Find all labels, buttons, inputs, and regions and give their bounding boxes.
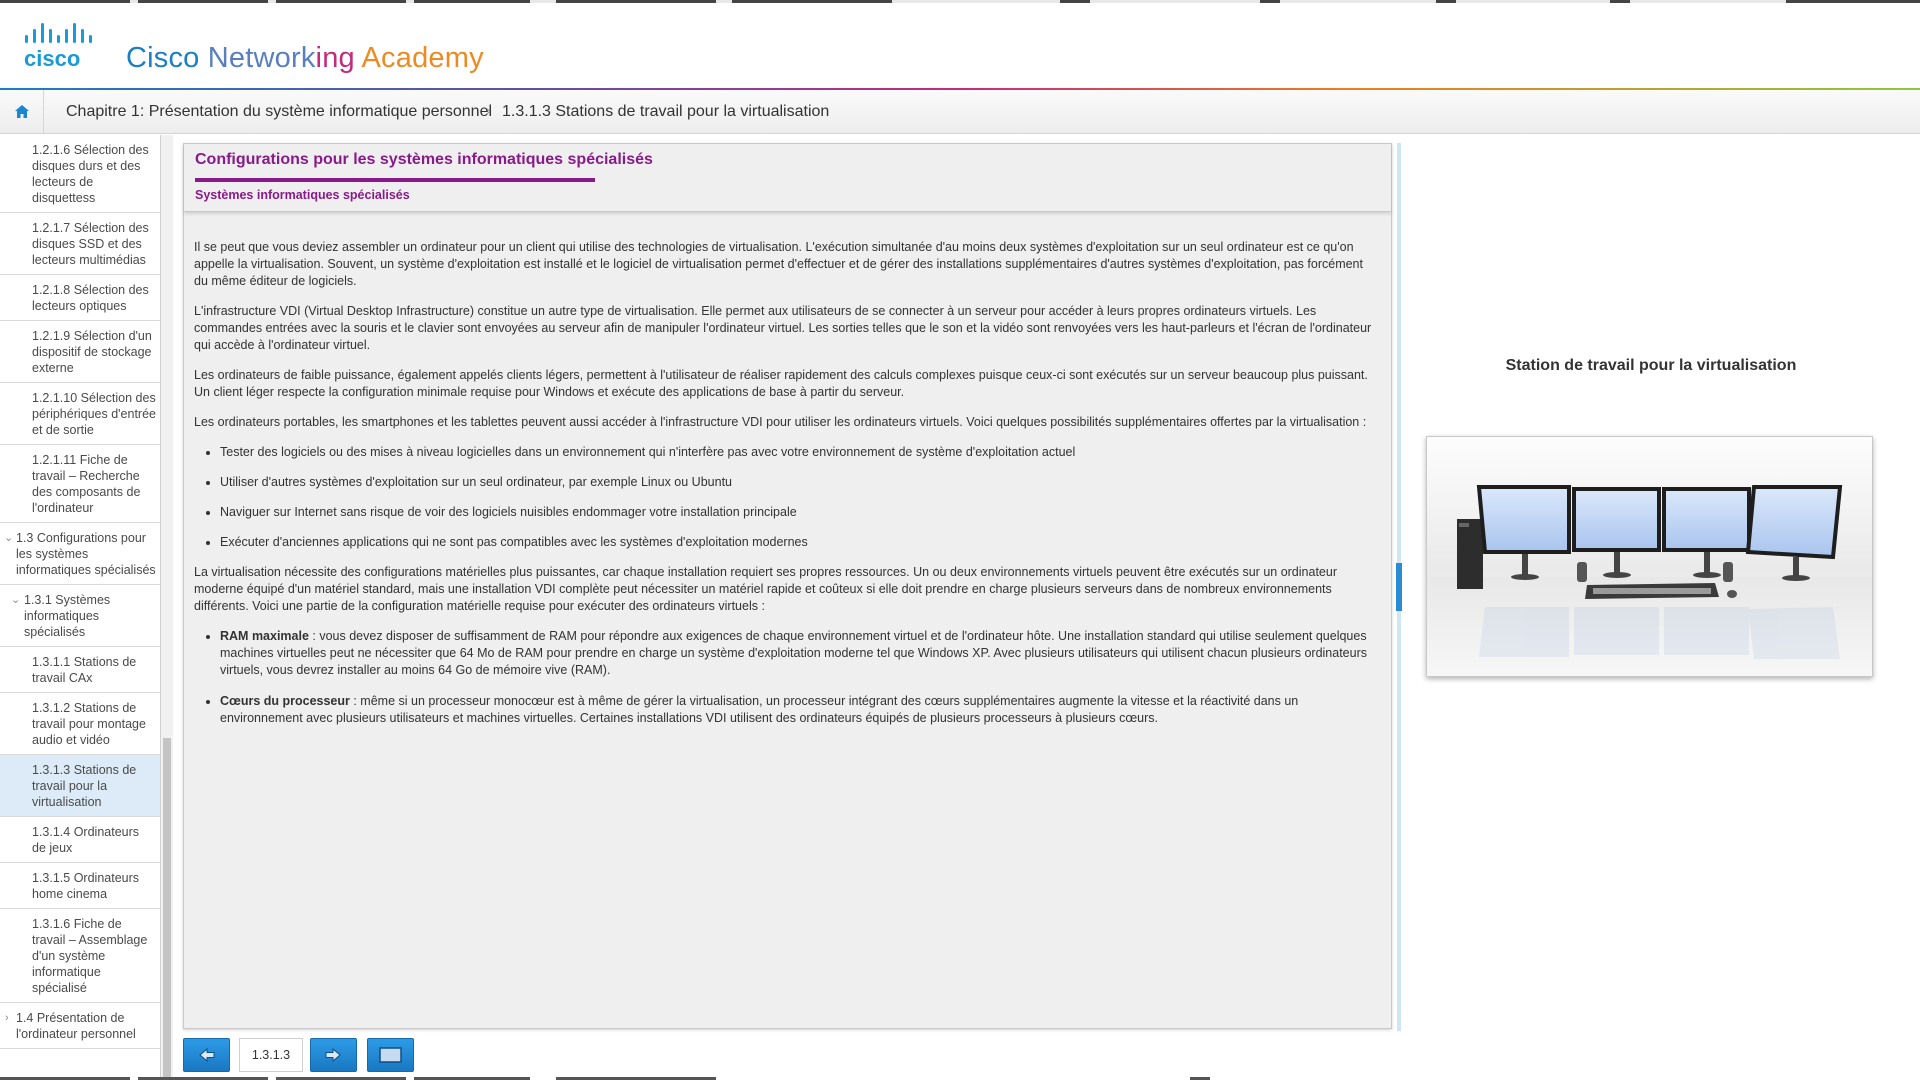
sidebar-item-label: 1.2.1.8 Sélection des lecteurs optiques — [32, 283, 149, 313]
next-button[interactable] — [310, 1038, 357, 1072]
sidebar-item-label: 1.2.1.9 Sélection d'un dispositif de sto… — [32, 329, 152, 375]
home-button[interactable] — [0, 90, 44, 133]
sidebar-item[interactable]: 1.2.1.6 Sélection des disques durs et de… — [0, 135, 160, 213]
previous-button[interactable] — [183, 1038, 230, 1072]
sidebar-section-1-4[interactable]: › 1.4 Présentation de l'ordinateur perso… — [0, 1003, 160, 1049]
sidebar-item[interactable]: 1.2.1.7 Sélection des disques SSD et des… — [0, 213, 160, 275]
sidebar-item-label: 1.4 Présentation de l'ordinateur personn… — [16, 1011, 136, 1041]
sidebar-item[interactable]: 1.3.1.1 Stations de travail CAx — [0, 647, 160, 693]
bullet-list: RAM maximale : vous devez disposer de su… — [220, 628, 1374, 727]
paragraph: Il se peut que vous deviez assembler un … — [194, 240, 1363, 288]
sidebar-item[interactable]: 1.3.1.2 Stations de travail pour montage… — [0, 693, 160, 755]
content-body: Il se peut que vous deviez assembler un … — [194, 239, 1374, 741]
chevron-right-icon: › — [5, 1012, 9, 1024]
list-item: Tester des logiciels ou des mises à nive… — [220, 444, 1374, 461]
term-description: : vous devez disposer de suffisamment de… — [220, 629, 1368, 677]
list-item: Naviguer sur Internet sans risque de voi… — [220, 504, 1374, 521]
sidebar-item-label: 1.3.1.3 Stations de travail pour la virt… — [32, 763, 137, 809]
sidebar-item[interactable]: 1.2.1.10 Sélection des périphériques d'e… — [0, 383, 160, 445]
list-item: Cœurs du processeur : même si un process… — [220, 693, 1374, 727]
content-header: Configurations pour les systèmes informa… — [184, 144, 1391, 212]
page-number: 1.3.1.3 — [239, 1038, 303, 1072]
page-subtitle: Systèmes informatiques spécialisés — [195, 188, 410, 202]
bullet-list: Tester des logiciels ou des mises à nive… — [220, 444, 1374, 551]
paragraph: La virtualisation nécessite des configur… — [194, 565, 1337, 613]
breadcrumb: Chapitre 1: Présentation du système info… — [0, 90, 1920, 134]
list-item: Utiliser d'autres systèmes d'exploitatio… — [220, 474, 1374, 491]
chevron-down-icon: ⌄ — [4, 532, 14, 544]
sidebar-section-1-3[interactable]: ⌄ 1.3 Configurations pour les systèmes i… — [0, 523, 160, 585]
sidebar-item[interactable]: 1.2.1.11 Fiche de travail – Recherche de… — [0, 445, 160, 523]
panel-divider-handle[interactable] — [1396, 563, 1402, 611]
breadcrumb-current: 1.3.1.3 Stations de travail pour la virt… — [502, 103, 830, 120]
paragraph: Les ordinateurs de faible puissance, éga… — [194, 368, 1368, 399]
app-header: cisco Cisco Networking Academy — [0, 3, 1920, 89]
sidebar-nav: 1.2.1.6 Sélection des disques durs et de… — [0, 135, 161, 1080]
content-panel: Configurations pour les systèmes informa… — [183, 143, 1392, 1029]
sidebar-item-label: 1.2.1.10 Sélection des périphériques d'e… — [32, 391, 156, 437]
sidebar-item[interactable]: 1.3.1.5 Ordinateurs home cinema — [0, 863, 160, 909]
arrow-right-icon — [325, 1047, 341, 1063]
paragraph: Les ordinateurs portables, les smartphon… — [194, 415, 1367, 429]
sidebar-item[interactable]: 1.3.1.4 Ordinateurs de jeux — [0, 817, 160, 863]
sidebar-item-active[interactable]: 1.3.1.3 Stations de travail pour la virt… — [0, 755, 160, 817]
chevron-down-icon: ⌄ — [11, 594, 21, 606]
title-underline — [195, 178, 595, 182]
sidebar-item[interactable]: 1.2.1.8 Sélection des lecteurs optiques — [0, 275, 160, 321]
sidebar-item-label: 1.2.1.11 Fiche de travail – Recherche de… — [32, 453, 141, 515]
figure-caption: Station de travail pour la virtualisatio… — [1505, 357, 1797, 374]
sidebar-scrollbar-thumb[interactable] — [163, 738, 171, 1080]
sidebar-item[interactable]: 1.2.1.9 Sélection d'un dispositif de sto… — [0, 321, 160, 383]
sidebar-section-1-3-1[interactable]: ⌄ 1.3.1 Systèmes informatiques spécialis… — [0, 585, 160, 647]
sidebar-item-label: 1.3.1 Systèmes informatiques spécialisés — [24, 593, 111, 639]
svg-text:cisco: cisco — [24, 46, 80, 71]
cisco-logo: cisco — [24, 23, 92, 71]
list-item: RAM maximale : vous devez disposer de su… — [220, 628, 1374, 679]
workstation-image — [1426, 436, 1873, 677]
list-item: Exécuter d'anciennes applications qui ne… — [220, 534, 1374, 551]
sidebar-item-label: 1.3.1.2 Stations de travail pour montage… — [32, 701, 146, 747]
screen-icon — [379, 1047, 402, 1063]
term: RAM maximale — [220, 629, 309, 643]
sidebar-item-label: 1.2.1.7 Sélection des disques SSD et des… — [32, 221, 149, 267]
workstation-illustration — [1427, 485, 1872, 676]
breadcrumb-separator: › — [486, 102, 491, 118]
page-title: Configurations pour les systèmes informa… — [195, 151, 653, 168]
brand-title: Cisco Networking Academy — [126, 42, 484, 74]
sidebar-item[interactable]: 1.3.1.6 Fiche de travail – Assemblage d'… — [0, 909, 160, 1003]
sidebar-item-label: 1.3.1.6 Fiche de travail – Assemblage d'… — [32, 917, 148, 995]
sidebar-item-label: 1.3.1.1 Stations de travail CAx — [32, 655, 137, 685]
sidebar-item-label: 1.3.1.5 Ordinateurs home cinema — [32, 871, 140, 901]
term: Cœurs du processeur — [220, 694, 350, 708]
arrow-left-icon — [199, 1047, 215, 1063]
breadcrumb-chapter[interactable]: Chapitre 1: Présentation du système info… — [66, 103, 492, 121]
home-icon — [14, 105, 29, 118]
media-button[interactable] — [367, 1038, 414, 1072]
paragraph: L'infrastructure VDI (Virtual Desktop In… — [194, 304, 1372, 352]
sidebar-item-label: 1.3 Configurations pour les systèmes inf… — [16, 531, 156, 577]
term-description: : même si un processeur monocœur est à m… — [220, 694, 1299, 725]
sidebar-item-label: 1.2.1.6 Sélection des disques durs et de… — [32, 143, 149, 205]
sidebar-item-label: 1.3.1.4 Ordinateurs de jeux — [32, 825, 140, 855]
